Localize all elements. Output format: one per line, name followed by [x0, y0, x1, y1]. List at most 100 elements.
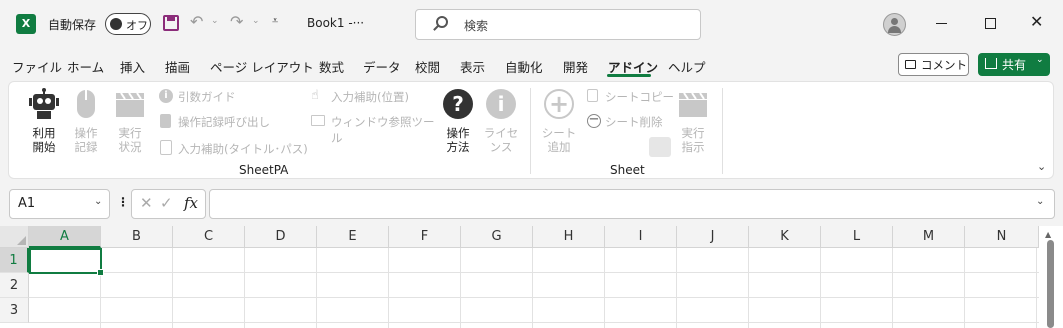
arg-guide-button[interactable]: i 引数ガイド — [159, 88, 289, 106]
input-assist-pos-button[interactable]: ☝ 入力補助(位置) — [311, 88, 431, 106]
how-to-button[interactable]: ? 操作 方法 — [439, 88, 477, 154]
column-header[interactable]: B — [101, 226, 173, 248]
use-start-button[interactable]: 利用 開始 — [24, 88, 64, 154]
comment-button[interactable]: コメント — [898, 53, 969, 76]
redo-dropdown-icon[interactable]: ⌄ — [252, 16, 260, 26]
search-box[interactable]: 検索 — [415, 9, 701, 40]
file-name[interactable]: Book1 -··· — [307, 16, 364, 30]
minimize-icon[interactable] — [936, 23, 947, 24]
undo-icon[interactable]: ↶ — [190, 12, 203, 31]
row-header[interactable]: 2 — [0, 273, 29, 298]
column-header[interactable]: F — [389, 226, 461, 248]
tab-insert[interactable]: 挿入 — [120, 57, 145, 76]
clapperboard-icon — [116, 92, 144, 117]
op-record-label-1: 操作 — [74, 126, 98, 140]
robot-icon — [29, 88, 59, 119]
search-placeholder: 検索 — [464, 19, 489, 33]
name-box[interactable]: A1 ⌄ — [9, 189, 110, 219]
cell-area[interactable] — [29, 248, 1039, 328]
select-all-button[interactable] — [0, 226, 29, 248]
customize-qat-icon[interactable]: ⩡ — [272, 14, 278, 28]
tab-formulas[interactable]: 数式 — [319, 57, 344, 76]
worksheet-grid[interactable]: A B C D E F G H I J K L M N 1 2 3 ▲ — [0, 226, 1063, 328]
redo-icon[interactable]: ↷ — [230, 12, 243, 31]
comment-label: コメント — [921, 58, 967, 72]
row-header[interactable]: 1 — [0, 248, 29, 273]
enter-icon[interactable]: ✓ — [160, 194, 173, 212]
avatar[interactable] — [883, 13, 906, 36]
copy-sheet-button[interactable]: シートコピー — [587, 88, 677, 106]
question-icon: ? — [443, 89, 473, 119]
add-sheet-label-1: シート — [541, 126, 577, 140]
autosave-state: オフ — [126, 19, 148, 32]
column-header[interactable]: A — [29, 226, 101, 248]
option-box[interactable] — [649, 137, 671, 157]
cancel-icon[interactable]: ✕ — [140, 194, 153, 212]
tab-developer[interactable]: 開発 — [563, 57, 588, 76]
more-options-icon[interactable]: ⋮ — [117, 195, 129, 209]
vertical-scrollbar[interactable] — [1047, 240, 1054, 328]
tab-file[interactable]: ファイル — [12, 57, 62, 76]
close-icon[interactable]: ✕ — [1030, 12, 1043, 31]
tab-view[interactable]: 表示 — [460, 57, 485, 76]
column-header[interactable]: G — [461, 226, 533, 248]
save-icon[interactable] — [163, 15, 179, 31]
tab-review[interactable]: 校閲 — [415, 57, 440, 76]
how-to-label-2: 方法 — [446, 140, 470, 154]
column-header[interactable]: M — [893, 226, 965, 248]
tab-page-layout[interactable]: ページ レイアウト — [210, 57, 314, 76]
autosave-toggle[interactable]: オフ — [105, 13, 151, 35]
collapse-ribbon-icon[interactable]: ⌄ — [1037, 160, 1046, 173]
column-header[interactable]: J — [677, 226, 749, 248]
comment-icon — [905, 60, 916, 69]
window-ref-tool-label: ウィンドウ参照ツール — [331, 115, 435, 145]
group-separator — [530, 88, 531, 174]
exec-status-label-1: 実行 — [118, 126, 142, 140]
tab-data[interactable]: データ — [363, 57, 401, 76]
column-header[interactable]: I — [605, 226, 677, 248]
input-assist-title-button[interactable]: 入力補助(タイトル･パス) — [159, 139, 329, 157]
op-record-call-button[interactable]: 操作記録呼び出し — [159, 113, 299, 131]
tab-automate[interactable]: 自動化 — [505, 57, 543, 76]
row-header[interactable]: 3 — [0, 298, 29, 323]
add-sheet-label-2: 追加 — [547, 140, 571, 154]
delete-sheet-button[interactable]: − シート削除 — [587, 113, 677, 131]
exec-status-button[interactable]: 実行 状況 — [112, 88, 148, 154]
undo-dropdown-icon[interactable]: ⌄ — [211, 16, 219, 26]
tab-draw[interactable]: 描画 — [165, 57, 190, 76]
select-all-icon — [17, 236, 26, 245]
chevron-down-icon[interactable]: ⌄ — [94, 196, 102, 207]
tab-home[interactable]: ホーム — [67, 57, 104, 76]
share-button[interactable]: 共有 ⌄ — [978, 53, 1050, 76]
toggle-knob-icon — [110, 18, 122, 30]
license-label-1: ライセ — [483, 126, 519, 140]
column-header[interactable]: N — [965, 226, 1039, 248]
column-header[interactable]: E — [317, 226, 389, 248]
exec-instruct-button[interactable]: 実行 指示 — [675, 88, 711, 154]
ribbon-panel: 利用 開始 操作 記録 実行 状況 i 引数ガイド 操作記録呼び出し 入力補助(… — [8, 81, 1054, 179]
op-record-label-2: 記録 — [74, 140, 98, 154]
copy-icon — [587, 89, 598, 102]
expand-formula-icon[interactable]: ⌄ — [1036, 196, 1044, 207]
formula-input[interactable]: ⌄ — [209, 189, 1055, 219]
scroll-up-icon[interactable]: ▲ — [1045, 230, 1051, 239]
input-assist-pos-label: 入力補助(位置) — [331, 90, 409, 104]
column-header[interactable]: K — [749, 226, 821, 248]
formula-buttons: ✕ ✓ fx — [131, 189, 206, 219]
tab-help[interactable]: ヘルプ — [668, 57, 706, 76]
op-record-call-label: 操作記録呼び出し — [178, 115, 270, 129]
column-header[interactable]: D — [245, 226, 317, 248]
window-ref-tool-button[interactable]: ウィンドウ参照ツール — [311, 113, 441, 145]
op-record-button[interactable]: 操作 記録 — [69, 88, 103, 154]
license-button[interactable]: i ライセ ンス — [482, 88, 520, 154]
column-header[interactable]: L — [821, 226, 893, 248]
column-header[interactable]: C — [173, 226, 245, 248]
chevron-down-icon[interactable]: ⌄ — [1036, 55, 1044, 65]
maximize-icon[interactable] — [985, 18, 996, 29]
insert-function-icon[interactable]: fx — [184, 194, 198, 212]
autosave-label: 自動保存 — [48, 18, 97, 32]
window-icon — [311, 115, 325, 126]
column-header[interactable]: H — [533, 226, 605, 248]
selected-cell[interactable] — [29, 248, 104, 276]
add-sheet-button[interactable]: + シート 追加 — [539, 88, 579, 154]
